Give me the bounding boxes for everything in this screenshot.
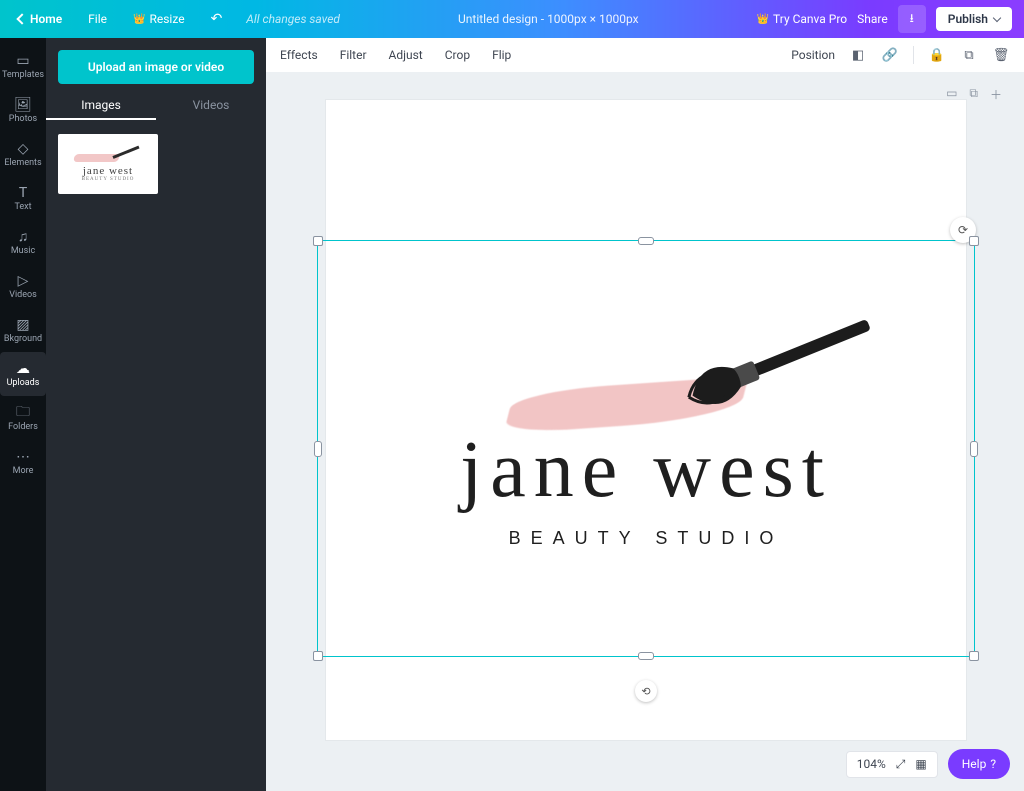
zoom-level: 104% <box>857 757 886 771</box>
page-add-icon[interactable]: ＋ <box>990 86 1002 103</box>
zoom-control[interactable]: 104% ⤢ ▦ <box>846 751 938 778</box>
rotate-handle[interactable]: ⟲ <box>635 680 657 702</box>
rail-music[interactable]: ♫Music <box>0 220 46 264</box>
text-icon: T <box>15 185 31 201</box>
resize-handle-se[interactable] <box>969 651 979 661</box>
upload-thumbnail[interactable]: jane west BEAUTY STUDIO <box>58 134 158 194</box>
adjust-button[interactable]: Adjust <box>389 48 423 62</box>
rail-elements[interactable]: ◇Elements <box>0 132 46 176</box>
chevron-left-icon <box>16 13 27 24</box>
transparency-icon[interactable]: ◧ <box>849 46 867 64</box>
effects-button[interactable]: Effects <box>280 48 318 62</box>
resize-handle-w[interactable] <box>314 441 322 457</box>
elements-icon: ◇ <box>15 141 31 157</box>
fullscreen-icon[interactable]: ⤢ <box>896 757 906 772</box>
rail-more[interactable]: ⋯More <box>0 440 46 484</box>
tab-images[interactable]: Images <box>46 92 156 120</box>
templates-icon: ▭ <box>15 53 31 69</box>
resize-handle-nw[interactable] <box>313 236 323 246</box>
publish-button[interactable]: Publish <box>936 7 1012 31</box>
thumb-title: jane west <box>83 165 133 177</box>
thumb-subtitle: BEAUTY STUDIO <box>82 177 135 182</box>
rail-templates[interactable]: ▭Templates <box>0 44 46 88</box>
music-icon: ♫ <box>15 229 31 245</box>
duplicate-icon[interactable]: ⧉ <box>960 46 978 64</box>
uploads-icon: ☁ <box>15 361 31 377</box>
upload-button[interactable]: Upload an image or video <box>58 50 254 84</box>
photos-icon: 🖼 <box>15 97 31 113</box>
flip-button[interactable]: Flip <box>492 48 511 62</box>
crown-icon: 👑 <box>133 14 145 25</box>
resize-handle-ne[interactable] <box>969 236 979 246</box>
help-button[interactable]: Help? <box>948 749 1010 779</box>
share-button[interactable]: Share <box>857 12 888 26</box>
top-bar: Home File 👑Resize ↶ All changes saved Un… <box>0 0 1024 38</box>
resize-handle-sw[interactable] <box>313 651 323 661</box>
rail-uploads[interactable]: ☁Uploads <box>0 352 46 396</box>
home-button[interactable]: Home <box>8 8 72 30</box>
position-button[interactable]: Position <box>791 48 835 62</box>
rail-text[interactable]: TText <box>0 176 46 220</box>
grid-view-icon[interactable]: ▦ <box>915 757 926 771</box>
resize-handle-n[interactable] <box>638 237 654 245</box>
tab-videos[interactable]: Videos <box>156 92 266 120</box>
folders-icon: 🗀 <box>15 405 31 421</box>
file-menu[interactable]: File <box>78 8 117 30</box>
question-icon: ? <box>990 757 996 771</box>
more-icon: ⋯ <box>15 449 31 465</box>
download-icon: ⭳ <box>910 9 914 30</box>
download-button[interactable]: ⭳ <box>898 5 926 33</box>
rail-folders[interactable]: 🗀Folders <box>0 396 46 440</box>
rail-photos[interactable]: 🖼Photos <box>0 88 46 132</box>
try-pro-button[interactable]: 👑Try Canva Pro <box>757 12 848 26</box>
selection-box[interactable]: ⟳ ⟲ <box>317 240 975 657</box>
rail-videos[interactable]: ▷Videos <box>0 264 46 308</box>
filter-button[interactable]: Filter <box>340 48 367 62</box>
resize-handle-s[interactable] <box>638 652 654 660</box>
brush-icon <box>68 146 148 164</box>
lock-icon[interactable]: 🔒 <box>928 46 946 64</box>
link-icon[interactable]: 🔗 <box>881 46 899 64</box>
page-duplicate-icon[interactable]: ⧉ <box>969 86 978 103</box>
tool-rail: ▭Templates 🖼Photos ◇Elements TText ♫Musi… <box>0 38 46 791</box>
design-canvas[interactable]: jane west BEAUTY STUDIO ⟳ ⟲ <box>326 100 966 740</box>
videos-icon: ▷ <box>15 273 31 289</box>
rail-bkground[interactable]: ▨Bkground <box>0 308 46 352</box>
separator <box>913 46 914 64</box>
context-toolbar: Effects Filter Adjust Crop Flip Position… <box>266 38 1024 73</box>
background-icon: ▨ <box>15 317 31 333</box>
resize-handle-e[interactable] <box>970 441 978 457</box>
crown-icon: 👑 <box>757 14 769 25</box>
uploads-panel: Upload an image or video Images Videos j… <box>46 38 266 791</box>
document-title[interactable]: Untitled design - 1000px × 1000px <box>340 12 757 26</box>
crop-button[interactable]: Crop <box>445 48 470 62</box>
save-status: All changes saved <box>246 12 340 26</box>
chevron-down-icon <box>993 14 1001 22</box>
canvas-stage: ▭ ⧉ ＋ jane we <box>266 72 1024 791</box>
resize-button[interactable]: 👑Resize <box>123 8 195 30</box>
trash-icon[interactable]: 🗑 <box>992 46 1010 64</box>
undo-button[interactable]: ↶ <box>211 11 223 27</box>
